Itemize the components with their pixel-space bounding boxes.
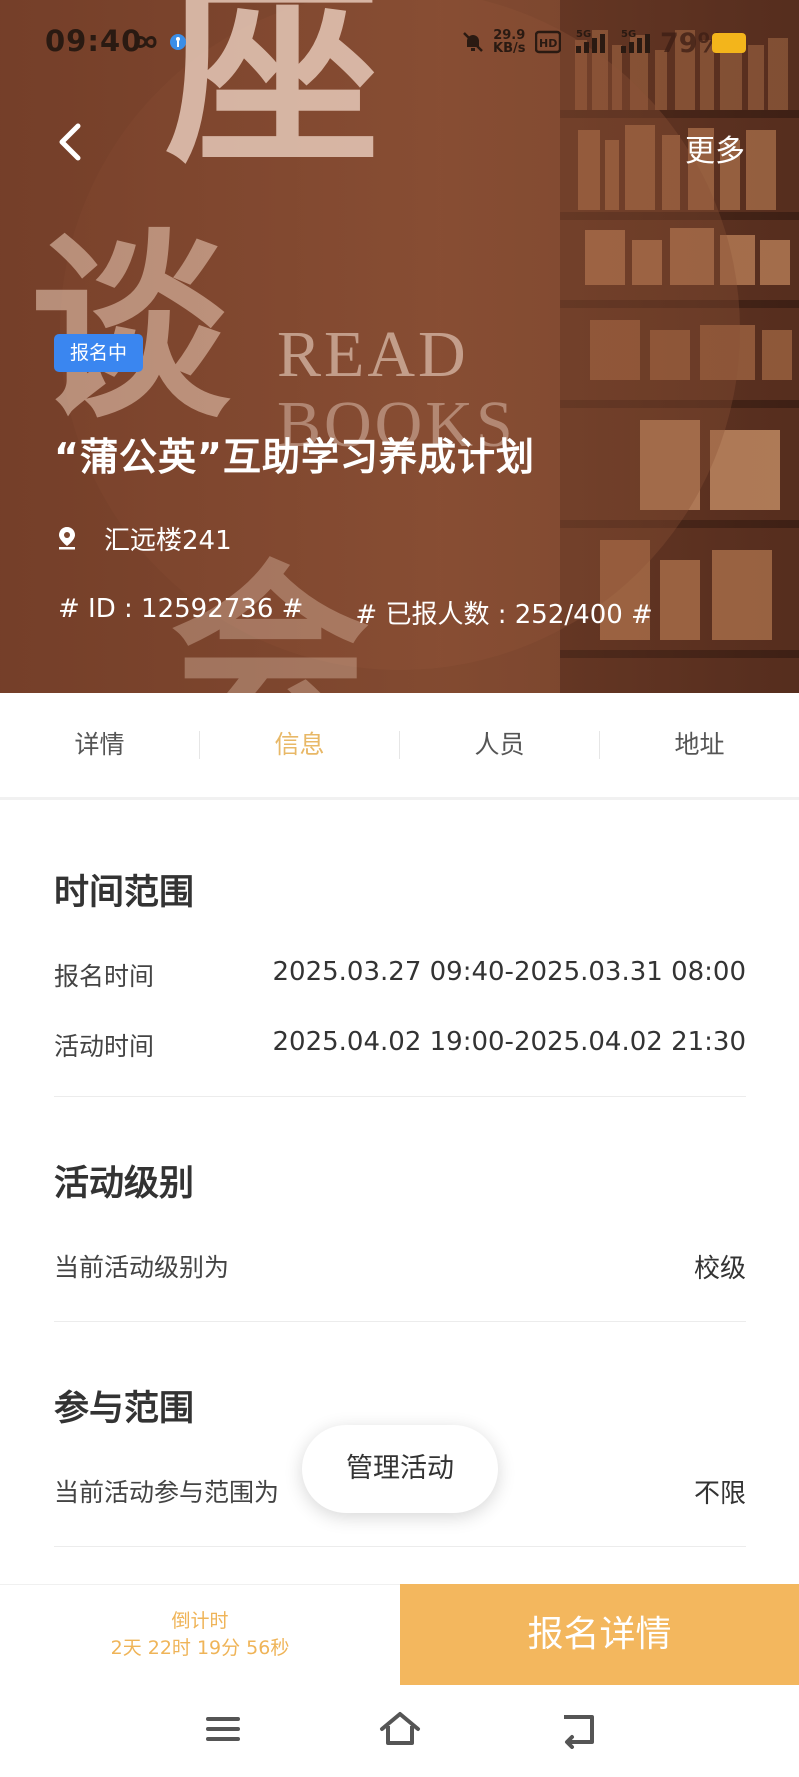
hd-icon: HD bbox=[535, 30, 561, 54]
level-row: 当前活动级别为 校级 bbox=[54, 1248, 746, 1285]
back-icon[interactable] bbox=[558, 1709, 598, 1749]
event-title: “蒲公英”互助学习养成计划 bbox=[54, 435, 535, 479]
section-divider bbox=[54, 1096, 746, 1097]
location-row[interactable]: 汇远楼241 bbox=[58, 520, 232, 556]
tab-members[interactable]: 人员 bbox=[400, 715, 599, 775]
network-speed: 29.9 KB/s bbox=[493, 28, 526, 56]
row-label: 当前活动参与范围为 bbox=[54, 1478, 280, 1507]
row-value: 不限 bbox=[693, 1479, 746, 1509]
row-value: 2025.04.02 19:00-2025.04.02 21:30 bbox=[272, 1027, 747, 1057]
location-pin-icon bbox=[59, 527, 75, 550]
time-range-section: 时间范围 报名时间 2025.03.27 09:40-2025.03.31 08… bbox=[54, 864, 746, 1063]
system-nav-bar bbox=[0, 1685, 799, 1777]
signal-5g-icon-2: 5G bbox=[621, 29, 650, 53]
signup-details-button[interactable]: 报名详情 bbox=[400, 1584, 799, 1685]
event-id: # ID : 12592736 # bbox=[58, 594, 304, 624]
countdown-label: 倒计时 bbox=[171, 1610, 229, 1632]
accessibility-icon bbox=[170, 34, 186, 50]
home-icon[interactable] bbox=[378, 1709, 422, 1749]
menu-icon[interactable] bbox=[203, 1709, 243, 1749]
cover-en-line1: READ bbox=[277, 318, 469, 391]
tab-address[interactable]: 地址 bbox=[600, 715, 799, 775]
tab-info[interactable]: 信息 bbox=[200, 715, 399, 775]
battery-icon bbox=[712, 33, 746, 53]
countdown-value: 2天 22时 19分 56秒 bbox=[110, 1637, 290, 1659]
activity-time-row: 活动时间 2025.04.02 19:00-2025.04.02 21:30 bbox=[54, 1027, 746, 1063]
mute-bell-icon bbox=[463, 32, 483, 52]
status-bar: 09:40 29.9 KB/s HD 5G 5G 79% bbox=[0, 0, 799, 86]
row-value: 2025.03.27 09:40-2025.03.31 08:00 bbox=[272, 957, 747, 987]
tab-bar: 详情 信息 人员 地址 bbox=[0, 693, 799, 800]
row-label: 活动时间 bbox=[54, 1032, 155, 1061]
svg-text:5G: 5G bbox=[576, 29, 591, 40]
section-title: 时间范围 bbox=[54, 873, 195, 913]
signal-5g-icon: 5G bbox=[576, 29, 605, 53]
section-title: 参与范围 bbox=[54, 1389, 195, 1429]
svg-text:HD: HD bbox=[539, 37, 557, 50]
location-text: 汇远楼241 bbox=[104, 525, 232, 556]
row-label: 报名时间 bbox=[54, 962, 155, 991]
event-cover: 座 谈 会 READ BOOKS 09:40 29.9 KB/s HD 5G 5… bbox=[0, 0, 799, 693]
back-button[interactable] bbox=[50, 118, 90, 166]
countdown: 倒计时 2天 22时 19分 56秒 bbox=[0, 1584, 400, 1685]
svg-text:5G: 5G bbox=[621, 29, 636, 40]
bottom-action-bar: 倒计时 2天 22时 19分 56秒 报名详情 bbox=[0, 1584, 799, 1685]
manage-activity-button[interactable]: 管理活动 bbox=[302, 1425, 498, 1513]
section-divider bbox=[54, 1546, 746, 1547]
more-button[interactable]: 更多 bbox=[685, 126, 745, 170]
section-divider bbox=[54, 1321, 746, 1322]
level-section: 活动级别 当前活动级别为 校级 bbox=[54, 1155, 746, 1285]
signup-time-row: 报名时间 2025.03.27 09:40-2025.03.31 08:00 bbox=[54, 957, 746, 993]
status-badge: 报名中 bbox=[54, 334, 143, 372]
cover-char-2: 谈 bbox=[30, 213, 231, 446]
row-label: 当前活动级别为 bbox=[54, 1253, 230, 1282]
infinity-icon bbox=[135, 36, 157, 48]
status-time: 09:40 bbox=[45, 24, 143, 58]
registered-count: # 已报人数 : 252/400 # bbox=[355, 600, 653, 630]
tab-details[interactable]: 详情 bbox=[0, 715, 199, 775]
section-title: 活动级别 bbox=[54, 1164, 195, 1204]
chevron-left-icon bbox=[59, 123, 81, 161]
row-value: 校级 bbox=[693, 1254, 746, 1284]
event-meta: # ID : 12592736 # # 已报人数 : 252/400 # bbox=[58, 594, 653, 631]
